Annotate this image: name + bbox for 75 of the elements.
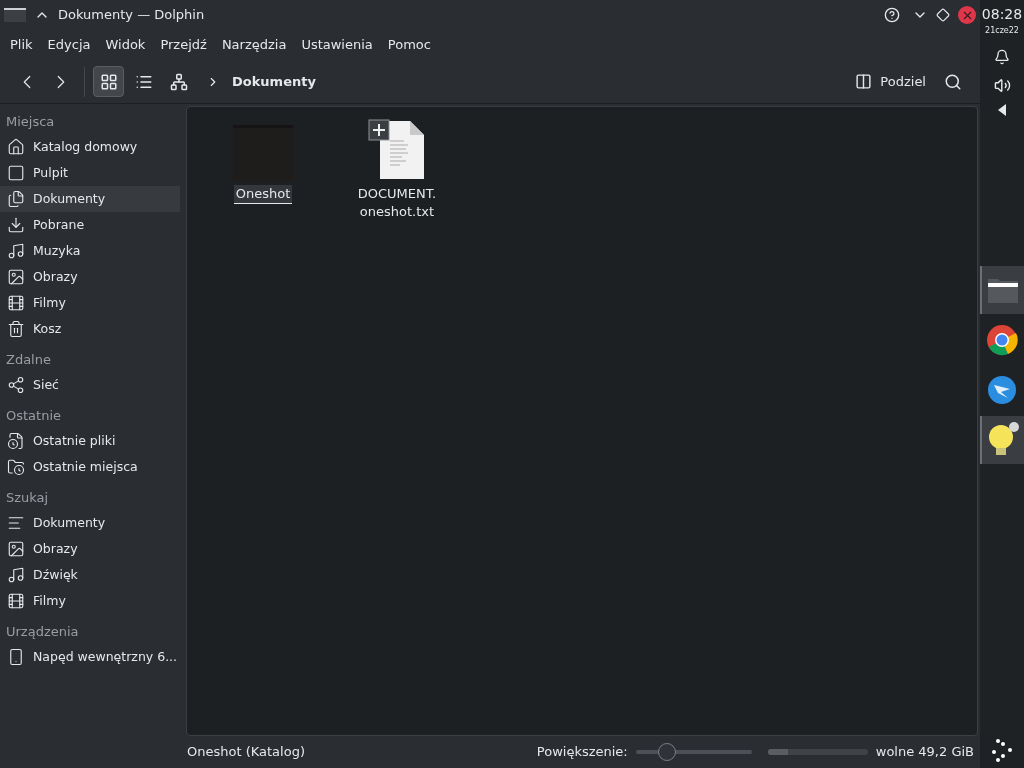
recent-file-icon	[7, 432, 25, 450]
sidebar-item[interactable]: Filmy	[0, 588, 180, 614]
trash-icon	[7, 320, 25, 338]
menu-item[interactable]: Przejdź	[153, 35, 214, 55]
split-view-icon	[855, 73, 873, 90]
dots-icon[interactable]	[990, 738, 1014, 762]
sidebar-item[interactable]: Pulpit	[0, 160, 180, 186]
sidebar-item[interactable]: Napęd wewnętrzny 6...	[0, 644, 180, 670]
menu-item[interactable]: Widok	[98, 35, 153, 55]
recent-folder-icon	[7, 458, 25, 476]
sidebar-item[interactable]: Filmy	[0, 290, 180, 316]
task-button[interactable]	[980, 266, 1024, 314]
desktop-icon	[7, 164, 25, 182]
sidebar-item[interactable]: Sieć	[0, 372, 180, 398]
breadcrumb-item[interactable]: Dokumenty	[232, 71, 316, 92]
film-icon	[7, 592, 25, 610]
sidebar-item[interactable]: Ostatnie pliki	[0, 428, 180, 454]
section-heading: Zdalne	[5, 351, 52, 368]
grid-view-icon	[99, 72, 118, 91]
image-icon	[7, 540, 25, 558]
help-icon[interactable]	[884, 7, 900, 23]
section-heading: Urządzenia	[5, 623, 80, 640]
sidebar-item[interactable]: Muzyka	[0, 238, 180, 264]
expand-arrow-icon[interactable]	[998, 104, 1006, 116]
status-text: Oneshot (Katalog)	[187, 743, 305, 762]
file-name[interactable]: Oneshot	[233, 185, 293, 204]
volume-icon[interactable]	[993, 77, 1011, 94]
folder-icon	[4, 8, 26, 22]
sidebar-item[interactable]: Dokumenty	[0, 186, 180, 212]
download-icon	[7, 216, 25, 234]
sidebar-item[interactable]: Katalog domowy	[0, 134, 180, 160]
text-lines-icon	[7, 514, 25, 532]
music-note-icon	[7, 566, 25, 584]
maximize-icon[interactable]	[936, 8, 950, 22]
close-icon[interactable]	[958, 6, 976, 24]
zoom-label: Powiększenie:	[536, 743, 628, 762]
menu-item[interactable]: Ustawienia	[294, 35, 380, 55]
menu-item[interactable]: Plik	[3, 35, 40, 55]
sidebar-item[interactable]: Kosz	[0, 316, 180, 342]
sidebar-item[interactable]: Obrazy	[0, 264, 180, 290]
sidebar-item[interactable]: Ostatnie miejsca	[0, 454, 180, 480]
view-mode-button[interactable]	[93, 66, 124, 97]
sidebar-item[interactable]: Obrazy	[0, 536, 180, 562]
zoom-slider[interactable]	[635, 744, 752, 760]
clock-date: 21cze22	[985, 25, 1019, 37]
section-heading: Szukaj	[5, 489, 50, 506]
home-icon	[7, 138, 25, 156]
window-title: Dokumenty — Dolphin	[58, 6, 205, 25]
image-icon	[7, 268, 25, 286]
clock-time[interactable]: 08:28	[981, 4, 1023, 25]
film-icon	[7, 294, 25, 312]
notification-bell-icon[interactable]	[994, 49, 1010, 65]
file-name[interactable]: DOCUMENT. oneshot.txt	[355, 185, 439, 221]
task-button[interactable]	[980, 416, 1024, 464]
sidebar-item[interactable]: Dźwięk	[0, 562, 180, 588]
split-button[interactable]: Podziel	[847, 66, 934, 97]
app-icon	[987, 375, 1017, 405]
section-heading: Miejsca	[5, 113, 56, 130]
section-heading: Ostatnie	[5, 407, 62, 424]
browser-icon	[986, 324, 1018, 356]
menu-item[interactable]: Pomoc	[380, 35, 438, 55]
search-icon	[944, 72, 962, 91]
text-file-icon[interactable]	[368, 119, 426, 181]
drive-icon	[7, 648, 25, 666]
free-space-text: wolne 49,2 GiB	[875, 743, 974, 762]
menu-item[interactable]: Narzędzia	[214, 35, 294, 55]
sidebar-item[interactable]: Dokumenty	[0, 510, 180, 536]
folder-icon	[987, 276, 1019, 304]
music-note-icon	[7, 242, 25, 260]
documents-icon	[7, 190, 25, 208]
slider-handle[interactable]	[658, 743, 677, 761]
network-icon	[7, 376, 25, 394]
sidebar-item[interactable]: Pobrane	[0, 212, 180, 238]
tree-view-icon	[169, 72, 188, 91]
menu-item[interactable]: Edycja	[40, 35, 98, 55]
